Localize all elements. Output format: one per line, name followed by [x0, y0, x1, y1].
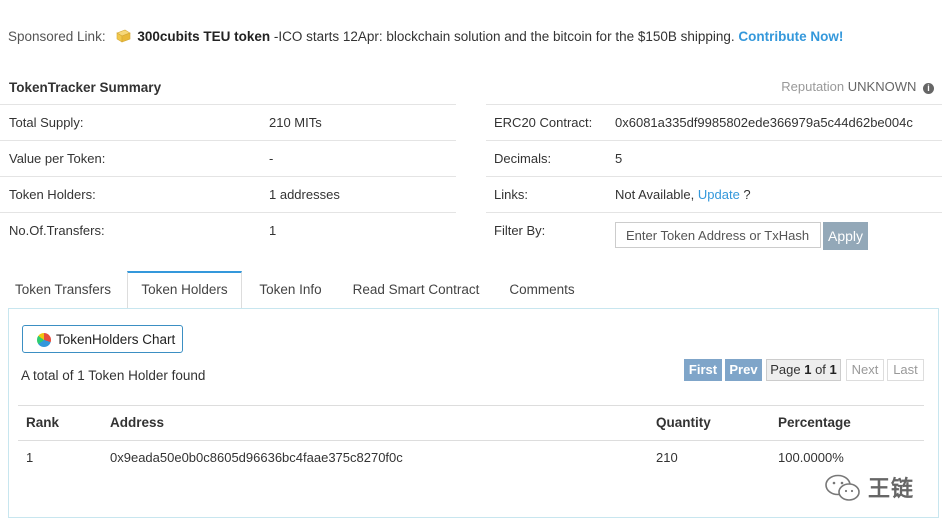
reputation-value: UNKNOWN	[847, 79, 917, 94]
table-row: No.Of.Transfers: 1	[0, 212, 456, 248]
decimals-value: 5	[615, 151, 623, 166]
info-icon[interactable]: i	[923, 83, 934, 94]
sponsored-label: Sponsored Link:	[8, 29, 106, 44]
summary-table-left: Total Supply: 210 MITs Value per Token: …	[0, 104, 456, 248]
update-link[interactable]: Update	[698, 187, 740, 202]
pager-total: 1	[829, 362, 837, 377]
summary-table-right: ERC20 Contract: 0x6081a335df9985802ede36…	[486, 104, 942, 257]
sponsored-name[interactable]: 300cubits TEU token	[137, 29, 270, 44]
value-per-token-value: -	[269, 151, 274, 166]
pager-next-button[interactable]: Next	[846, 359, 884, 381]
table-row: Total Supply: 210 MITs	[0, 104, 456, 140]
pager-prev-button[interactable]: Prev	[725, 359, 762, 381]
tab-comments[interactable]: Comments	[496, 271, 588, 308]
sponsored-banner: Sponsored Link: 300cubits TEU token -ICO…	[8, 29, 843, 44]
contract-address-link[interactable]: 0x6081a335df9985802ede366979a5c44d62be00…	[615, 115, 913, 130]
filter-key: Filter By:	[494, 223, 546, 238]
table-row: ERC20 Contract: 0x6081a335df9985802ede36…	[486, 104, 942, 140]
holder-address-link[interactable]: 0x9eada50e0b0c8605d96636bc4faae375c8270f…	[110, 450, 403, 465]
transfers-key: No.Of.Transfers:	[9, 223, 105, 238]
transfers-value: 1	[269, 223, 277, 238]
contract-key: ERC20 Contract:	[494, 115, 593, 130]
wechat-icon	[825, 474, 860, 501]
reputation-label: Reputation	[781, 79, 845, 94]
pager-page-word: Page	[770, 362, 801, 377]
tab-read-smart-contract[interactable]: Read Smart Contract	[338, 271, 494, 308]
total-supply-value: 210 MITs	[269, 115, 322, 130]
total-supply-key: Total Supply:	[9, 115, 84, 130]
links-suffix: ?	[739, 187, 751, 202]
table-top-divider	[18, 405, 924, 406]
pager-first-button[interactable]: First	[684, 359, 722, 381]
pager-current: 1	[804, 362, 812, 377]
table-header-divider	[18, 440, 924, 441]
holder-quantity: 210	[656, 450, 678, 465]
contribute-link[interactable]: Contribute Now!	[738, 29, 843, 44]
tab-token-info[interactable]: Token Info	[244, 271, 337, 308]
tab-token-transfers[interactable]: Token Transfers	[0, 271, 126, 308]
table-row: Decimals: 5	[486, 140, 942, 176]
apply-button[interactable]: Apply	[823, 222, 868, 250]
watermark-text: 王链	[868, 476, 915, 501]
total-holders-text: A total of 1 Token Holder found	[21, 368, 206, 383]
pie-chart-icon	[37, 333, 51, 347]
decimals-key: Decimals:	[494, 151, 552, 166]
col-percentage-header: Percentage	[778, 415, 851, 430]
pager-last-button[interactable]: Last	[887, 359, 924, 381]
token-holders-key: Token Holders:	[9, 187, 96, 202]
table-row: Links: Not Available, Update ?	[486, 176, 942, 212]
sponsored-text: -ICO starts 12Apr: blockchain solution a…	[270, 29, 739, 44]
table-row: Filter By: Apply	[486, 212, 942, 257]
table-row: Token Holders: 1 addresses	[0, 176, 456, 212]
links-value: Not Available, Update ?	[615, 187, 751, 202]
holder-rank: 1	[26, 450, 34, 465]
chart-button-label: TokenHolders Chart	[56, 332, 176, 347]
links-key: Links:	[494, 187, 528, 202]
table-row: Value per Token: -	[0, 140, 456, 176]
col-quantity-header: Quantity	[656, 415, 711, 430]
cube-icon	[116, 29, 132, 43]
value-per-token-key: Value per Token:	[9, 151, 106, 166]
col-address-header: Address	[110, 415, 165, 430]
pager-page-indicator: Page 1 of 1	[766, 359, 841, 381]
reputation: Reputation UNKNOWN i	[781, 79, 934, 94]
pager-of: of	[815, 362, 826, 377]
watermark: 王链	[824, 471, 924, 503]
tab-bar: Token Transfers Token Holders Token Info…	[0, 271, 944, 309]
tokenholders-chart-button[interactable]: TokenHolders Chart	[22, 325, 183, 353]
token-holders-value: 1 addresses	[269, 187, 340, 202]
filter-input[interactable]	[615, 222, 821, 248]
tab-token-holders[interactable]: Token Holders	[127, 271, 242, 308]
col-rank-header: Rank	[26, 415, 60, 430]
token-holders-panel: TokenHolders Chart A total of 1 Token Ho…	[8, 308, 939, 518]
links-prefix: Not Available,	[615, 187, 698, 202]
summary-title: TokenTracker Summary	[9, 80, 162, 95]
holder-percentage: 100.0000%	[778, 450, 844, 465]
